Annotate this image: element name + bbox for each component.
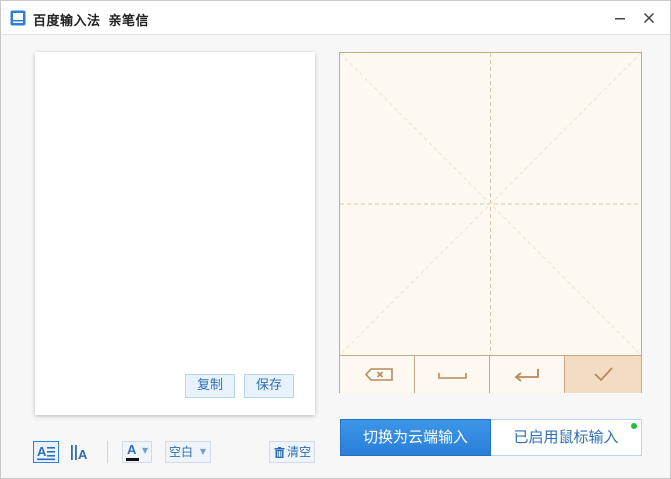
backspace-button[interactable]: [340, 356, 415, 393]
app-name: 百度输入法: [33, 14, 101, 29]
result-text-area[interactable]: [35, 52, 315, 362]
clear-button[interactable]: 清空: [269, 441, 315, 463]
background-dropdown[interactable]: 空白 ▼: [165, 441, 211, 463]
confirm-button[interactable]: [565, 356, 641, 393]
chevron-down-icon: ▼: [142, 446, 149, 455]
vertical-text-icon: A: [71, 445, 88, 462]
window-title: 百度输入法 亲笔信: [33, 10, 149, 29]
horizontal-text-button[interactable]: A: [33, 441, 59, 463]
switch-to-cloud-button[interactable]: 切换为云端输入: [340, 419, 491, 456]
background-value: 空白: [169, 445, 194, 459]
baidu-ime-icon: [10, 10, 26, 26]
copy-button[interactable]: 复制: [185, 374, 235, 398]
space-icon: [438, 373, 467, 379]
close-icon: [643, 12, 655, 24]
mouse-input-button[interactable]: 已启用鼠标输入: [491, 419, 642, 456]
result-panel: 复制 保存: [35, 52, 315, 415]
save-button[interactable]: 保存: [244, 374, 294, 398]
enter-icon: [514, 369, 539, 382]
pad-controls: [340, 355, 641, 393]
minimize-icon: [615, 18, 625, 20]
checkmark-icon: [594, 367, 613, 382]
svg-text:A: A: [78, 447, 88, 462]
handwriting-pad: [339, 52, 642, 393]
minimize-button[interactable]: [609, 7, 631, 29]
chevron-down-icon: ▼: [199, 447, 206, 456]
font-color-dropdown[interactable]: A ▼: [122, 441, 152, 463]
font-color-swatch: [126, 458, 139, 461]
font-color-letter: A: [127, 442, 137, 457]
app-mode: 亲笔信: [108, 14, 150, 29]
handwriting-window: 百度输入法 亲笔信 复制 保存 A A A ▼ 空白 ▼ 清空 切换为云端输入 …: [0, 0, 671, 479]
horizontal-text-icon: A: [37, 444, 55, 461]
toolbar-separator: [107, 441, 108, 463]
title-bar[interactable]: 百度输入法 亲笔信: [1, 1, 670, 35]
enter-button[interactable]: [490, 356, 565, 393]
clear-label: 清空: [287, 445, 312, 459]
trash-icon: [274, 447, 285, 458]
space-button[interactable]: [415, 356, 490, 393]
handwriting-canvas[interactable]: [340, 53, 641, 355]
backspace-icon: [364, 368, 393, 381]
close-button[interactable]: [638, 7, 660, 29]
mouse-input-status-dot: [631, 423, 637, 429]
svg-text:A: A: [37, 444, 47, 459]
vertical-text-button[interactable]: A: [67, 441, 93, 463]
